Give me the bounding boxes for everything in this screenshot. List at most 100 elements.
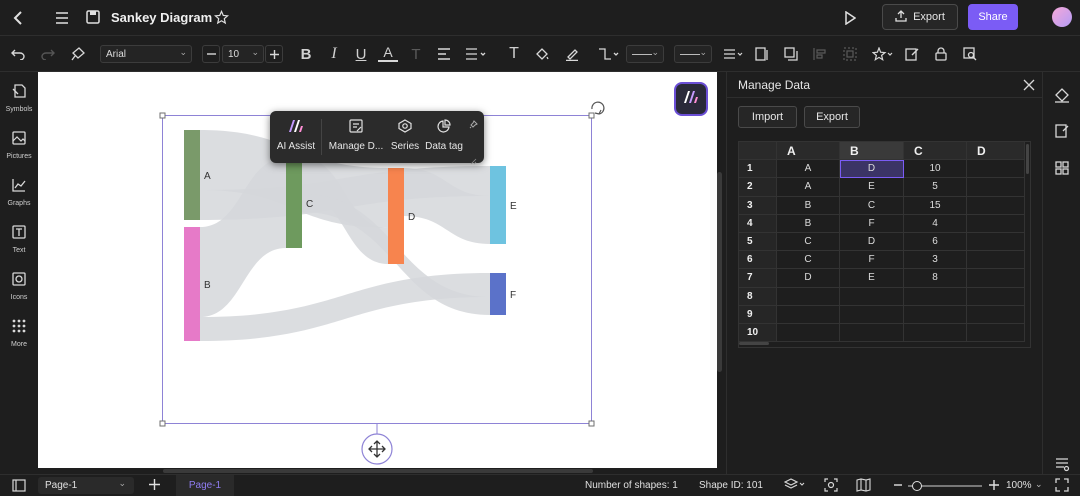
- decrease-font-icon[interactable]: [202, 45, 220, 63]
- font-family-select[interactable]: Arial ⌄: [100, 45, 192, 63]
- text-style-icon[interactable]: T: [406, 44, 426, 64]
- canvas-scrollbar-vertical[interactable]: [717, 72, 722, 468]
- italic-icon[interactable]: I: [324, 44, 344, 64]
- scroll-thumb[interactable]: [717, 172, 722, 372]
- font-color-icon[interactable]: A: [378, 44, 398, 62]
- add-page-icon[interactable]: [148, 478, 161, 494]
- avatar[interactable]: [1052, 7, 1072, 27]
- row-header[interactable]: 6: [739, 251, 777, 270]
- grid-cell[interactable]: A: [777, 178, 840, 197]
- rail-item-symbols[interactable]: Symbols: [0, 76, 38, 120]
- resize-handle-tr[interactable]: [588, 112, 595, 119]
- pin-icon[interactable]: [469, 116, 478, 134]
- ai-badge-button[interactable]: [676, 84, 706, 114]
- rail-item-more[interactable]: More: [0, 311, 38, 355]
- grid-cell[interactable]: [967, 178, 1025, 197]
- grid-cell[interactable]: 4: [904, 214, 967, 233]
- grid-cell[interactable]: [967, 214, 1025, 233]
- document-title[interactable]: Sankey Diagram: [111, 10, 212, 25]
- grid-cell[interactable]: [904, 287, 967, 306]
- zoom-in-icon[interactable]: [988, 478, 1000, 495]
- grid-corner[interactable]: [739, 142, 777, 161]
- line-style-select[interactable]: ⌄: [626, 45, 664, 63]
- grid-cell[interactable]: [967, 160, 1025, 179]
- sankey-node-a[interactable]: [184, 130, 200, 220]
- row-header[interactable]: 9: [739, 305, 777, 324]
- grid-cell[interactable]: 3: [904, 251, 967, 270]
- effects-icon[interactable]: [870, 44, 896, 64]
- grid-scroll-thumb-v[interactable]: [1026, 144, 1029, 174]
- page-select[interactable]: Page-1 ⌄: [38, 477, 134, 494]
- zoom-out-icon[interactable]: [893, 478, 903, 495]
- column-header[interactable]: B: [840, 142, 904, 161]
- grid-cell[interactable]: [967, 305, 1025, 324]
- rail-item-text[interactable]: Text: [0, 217, 38, 261]
- page-panel-icon[interactable]: [12, 479, 26, 495]
- grid-cell[interactable]: [967, 196, 1025, 215]
- play-icon[interactable]: [840, 8, 860, 28]
- fullscreen-icon[interactable]: [1055, 478, 1069, 495]
- column-header[interactable]: A: [777, 142, 840, 161]
- grid-cell[interactable]: [967, 269, 1025, 288]
- bold-icon[interactable]: B: [296, 44, 316, 64]
- grid-cell[interactable]: D: [840, 233, 904, 252]
- grid-cell[interactable]: [967, 251, 1025, 270]
- increase-font-icon[interactable]: [265, 45, 283, 63]
- grid-cell[interactable]: 8: [904, 269, 967, 288]
- grid-cell[interactable]: F: [840, 251, 904, 270]
- line-color-icon[interactable]: [562, 44, 582, 64]
- text-box-icon[interactable]: T: [504, 44, 524, 64]
- line-weight-icon[interactable]: [722, 44, 746, 64]
- share-button[interactable]: Share: [968, 4, 1018, 30]
- find-replace-icon[interactable]: [960, 44, 980, 64]
- grid-cell[interactable]: 5: [904, 178, 967, 197]
- resize-handle-bl[interactable]: [159, 420, 166, 427]
- resize-handle-tl[interactable]: [159, 112, 166, 119]
- row-header[interactable]: 7: [739, 269, 777, 288]
- sankey-node-d[interactable]: [388, 168, 404, 264]
- grid-cell[interactable]: [904, 305, 967, 324]
- zoom-slider[interactable]: [908, 481, 982, 491]
- align-icon[interactable]: [434, 44, 454, 64]
- sankey-node-e[interactable]: [490, 166, 506, 244]
- book-icon[interactable]: [856, 478, 871, 495]
- undo-icon[interactable]: [8, 44, 28, 64]
- zoom-slider-thumb[interactable]: [912, 481, 922, 491]
- scroll-thumb[interactable]: [163, 469, 593, 473]
- redo-icon[interactable]: [38, 44, 58, 64]
- data-grid[interactable]: A B C D 1 A D 10 2 A E 5 3 B C 15 4 B F 4 5 C D 6 6 C F 3 7 D E 8 8 9 10: [738, 141, 1031, 348]
- grid-scroll-thumb-h[interactable]: [739, 342, 769, 345]
- grid-cell[interactable]: [777, 287, 840, 306]
- grid-cell[interactable]: E: [840, 178, 904, 197]
- star-icon[interactable]: [212, 8, 230, 26]
- connector-icon[interactable]: [596, 44, 622, 64]
- duplicate-icon[interactable]: [781, 44, 801, 64]
- row-header[interactable]: 8: [739, 287, 777, 306]
- manage-data-button[interactable]: Manage D...: [326, 119, 386, 152]
- edit-icon[interactable]: [902, 44, 922, 64]
- grid-cell[interactable]: 15: [904, 196, 967, 215]
- arrow-style-select[interactable]: ⌄: [674, 45, 712, 63]
- lock-icon[interactable]: [931, 44, 951, 64]
- grid-cell[interactable]: [777, 324, 840, 343]
- grid-cell[interactable]: [840, 305, 904, 324]
- format-painter-icon[interactable]: [68, 44, 88, 64]
- import-button[interactable]: Import: [738, 106, 797, 128]
- rail-item-icons[interactable]: Icons: [0, 264, 38, 308]
- resize-handle-br[interactable]: [588, 420, 595, 427]
- sankey-link-b-f[interactable]: [200, 273, 490, 341]
- close-icon[interactable]: [1023, 78, 1037, 92]
- page-tab-active[interactable]: Page-1: [176, 475, 234, 496]
- grid-cell[interactable]: [840, 287, 904, 306]
- row-header[interactable]: 10: [739, 324, 777, 343]
- grid-cell[interactable]: D: [777, 269, 840, 288]
- grid-cell[interactable]: B: [777, 214, 840, 233]
- grid-cell[interactable]: C: [840, 196, 904, 215]
- zoom-level[interactable]: 100%: [1006, 480, 1032, 491]
- grid-cell-selected[interactable]: D: [840, 160, 904, 179]
- panel-export-button[interactable]: Export: [804, 106, 860, 128]
- focus-icon[interactable]: [824, 478, 838, 495]
- row-header[interactable]: 5: [739, 233, 777, 252]
- row-header[interactable]: 2: [739, 178, 777, 197]
- edit-data-icon[interactable]: [1052, 121, 1072, 141]
